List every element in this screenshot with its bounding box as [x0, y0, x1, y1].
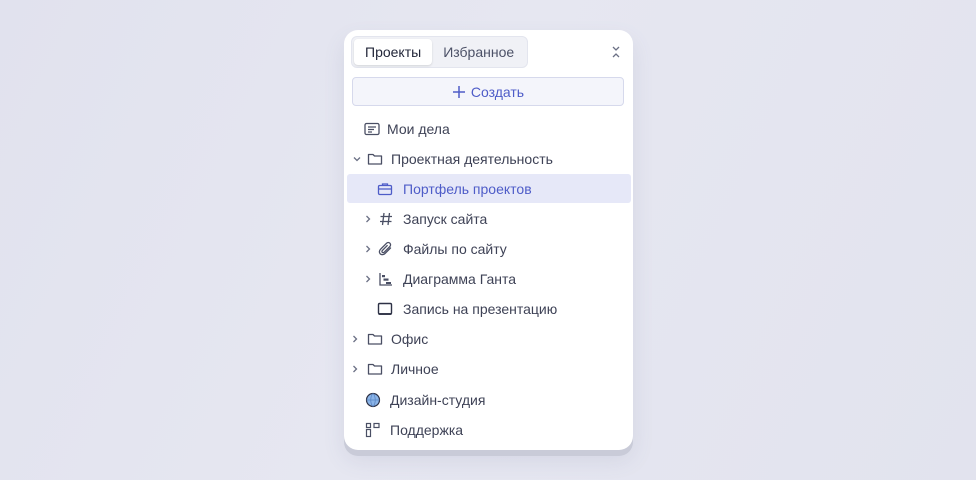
tree-item-label: Запуск сайта — [403, 210, 488, 227]
tree-item-label: Офис — [391, 330, 429, 347]
folder-icon — [367, 333, 383, 345]
paperclip-icon — [378, 241, 392, 255]
tree-item-label: Проектная деятельность — [391, 150, 553, 167]
folder-icon — [367, 363, 383, 375]
tree-item-gantt-chart[interactable]: Диаграмма Ганта — [347, 264, 631, 293]
globe-icon — [365, 392, 381, 407]
chevron-down-icon[interactable] — [352, 154, 362, 164]
create-button-label: Создать — [470, 83, 525, 100]
tree-item-label: Диаграмма Ганта — [403, 270, 517, 287]
projects-panel: Проекты Избранное Создать Мои дела Проек… — [344, 30, 633, 450]
tree-item-label: Портфель проектов — [403, 180, 532, 197]
hash-icon — [380, 212, 392, 225]
tree-item-presentation-signup[interactable]: Запись на презентацию — [347, 294, 631, 323]
collapse-all-button[interactable] — [609, 44, 623, 60]
tab-switcher: Проекты Избранное — [351, 36, 529, 68]
tree-item-design-studio[interactable]: Дизайн-студия — [347, 385, 631, 414]
board-icon — [377, 302, 393, 315]
tree-item-site-launch[interactable]: Запуск сайта — [347, 204, 631, 233]
tree-item-support[interactable]: Поддержка — [347, 415, 631, 444]
support-icon — [365, 422, 380, 437]
chevron-right-icon[interactable] — [363, 244, 373, 254]
collapse-chevrons-icon — [612, 46, 620, 58]
tree-item-label: Запись на презентацию — [403, 300, 558, 317]
folder-icon — [367, 153, 383, 165]
chevron-right-icon[interactable] — [363, 274, 373, 284]
gantt-icon — [379, 272, 392, 286]
tree-item-project-activity[interactable]: Проектная деятельность — [347, 144, 631, 173]
tab-favorites[interactable]: Избранное — [432, 39, 525, 65]
chevron-right-icon[interactable] — [350, 364, 360, 374]
briefcase-icon — [377, 182, 393, 195]
chevron-right-icon[interactable] — [350, 334, 360, 344]
tree-item-office[interactable]: Офис — [347, 324, 631, 353]
tab-projects[interactable]: Проекты — [354, 39, 433, 65]
create-button[interactable]: Создать — [352, 77, 624, 106]
tree-item-site-files[interactable]: Файлы по сайту — [347, 234, 631, 263]
tree-item-my-tasks[interactable]: Мои дела — [347, 114, 631, 143]
tree-item-personal[interactable]: Личное — [347, 354, 631, 383]
plus-icon — [452, 85, 465, 98]
chevron-right-icon[interactable] — [363, 214, 373, 224]
tree-item-label: Дизайн-студия — [390, 391, 486, 408]
tree-item-project-portfolio[interactable]: Портфель проектов — [347, 174, 631, 203]
task-list-icon — [364, 122, 380, 135]
tree-item-label: Личное — [391, 360, 439, 377]
tree-item-label: Файлы по сайту — [403, 240, 507, 257]
tree-item-label: Поддержка — [390, 421, 464, 438]
tree-item-label: Мои дела — [387, 120, 450, 137]
